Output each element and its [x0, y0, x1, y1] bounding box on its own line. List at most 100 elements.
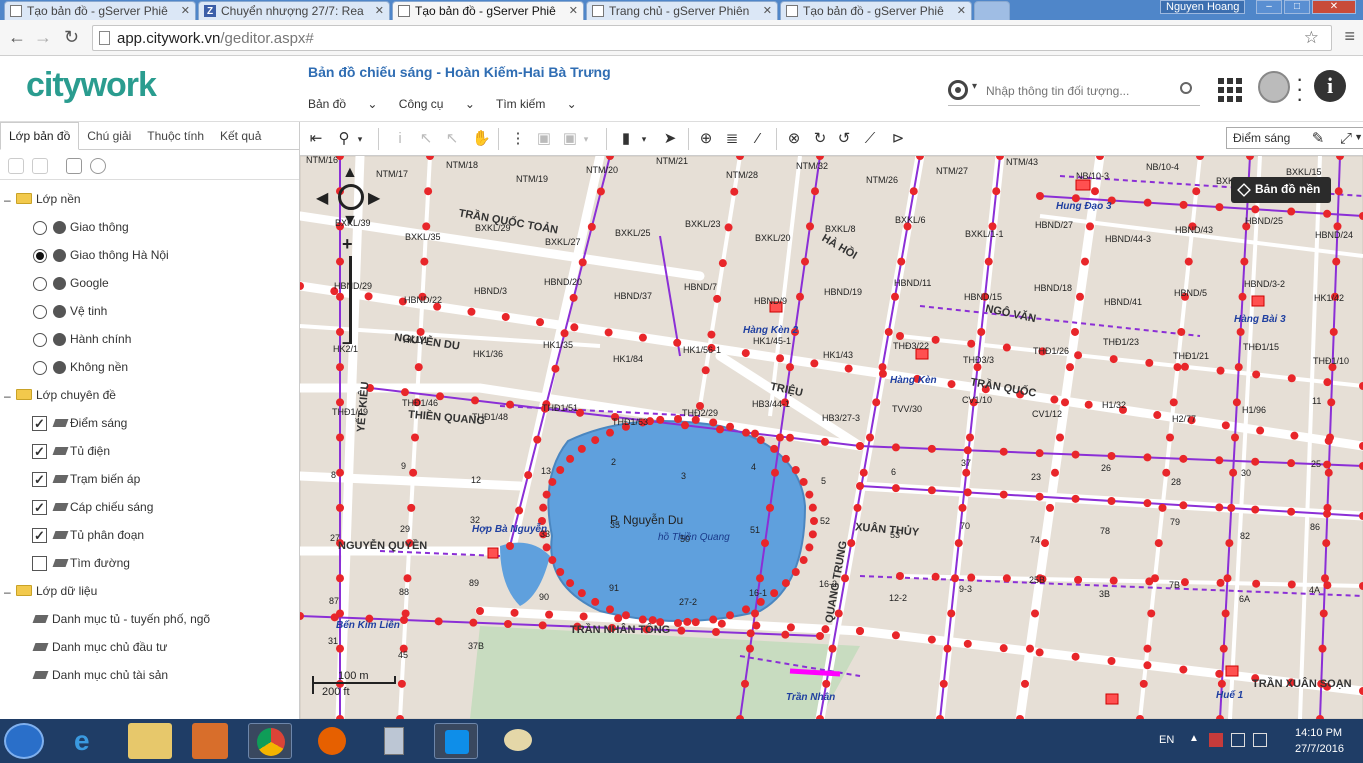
target-icon[interactable] — [948, 80, 968, 100]
paint-icon[interactable] — [496, 723, 540, 759]
route-icon[interactable]: ▮ — [618, 131, 634, 147]
reload-icon[interactable]: ↻ — [64, 27, 79, 48]
apps-grid-icon[interactable] — [1218, 78, 1242, 102]
basemap-radio[interactable] — [33, 333, 47, 347]
pan-up-icon[interactable]: ▲ — [342, 164, 358, 182]
search-icon[interactable] — [1180, 82, 1192, 94]
tab-results[interactable]: Kết quả — [212, 123, 269, 151]
chevron-down-icon[interactable]: ▾ — [972, 81, 977, 92]
user-avatar[interactable] — [1258, 71, 1290, 103]
page-info-icon[interactable] — [99, 31, 110, 45]
back-icon[interactable]: ← — [8, 27, 26, 48]
browser-tab[interactable]: Tạo bản đồ - gServer Phiê ✕ — [4, 1, 196, 20]
menu-search[interactable]: Tìm kiếm ⌄ — [496, 97, 577, 111]
zoom-to-layer-icon[interactable] — [8, 158, 24, 174]
snap-icon[interactable]: ⊳ — [890, 131, 906, 147]
start-button[interactable] — [4, 723, 44, 759]
brush-icon[interactable]: ⁄ — [750, 131, 766, 147]
basemap-button[interactable]: Bản đồ nền — [1231, 177, 1331, 203]
layer-checkbox[interactable]: ✓ — [32, 416, 47, 431]
pin-icon[interactable]: ⚲ — [336, 131, 352, 147]
layer-item[interactable]: Giao thông Hà Nội — [0, 242, 300, 270]
info-icon[interactable]: i — [1314, 70, 1346, 102]
data-item[interactable]: Danh mục tủ - tuyến phố, ngõ — [0, 606, 300, 634]
explorer-icon[interactable] — [128, 723, 172, 759]
layer-item[interactable]: ✓ Cáp chiếu sáng — [0, 494, 300, 522]
layer-checkbox[interactable] — [32, 556, 47, 571]
measure-icon[interactable]: ⋮ — [510, 131, 526, 147]
tab-attributes[interactable]: Thuộc tính — [139, 123, 212, 151]
pan-hand-icon[interactable]: ✋ — [472, 131, 491, 147]
chevron-down-icon[interactable]: ▾ — [352, 131, 368, 147]
zoom-slider[interactable] — [349, 256, 352, 344]
redo-icon[interactable]: ↻ — [812, 131, 828, 147]
pan-left-icon[interactable]: ◀ — [316, 188, 328, 208]
more-vertical-icon[interactable]: · · · — [1296, 68, 1303, 110]
browser-user-chip[interactable]: Nguyen Hoang — [1160, 0, 1246, 14]
select-tool-icon[interactable]: ↖ — [418, 131, 434, 147]
menu-map[interactable]: Bản đồ ⌄ — [308, 97, 377, 111]
layer-item[interactable]: ✓ Điểm sáng — [0, 410, 300, 438]
address-bar[interactable]: app.citywork.vn/geditor.aspx# ☆ — [92, 25, 1332, 51]
map-view[interactable]: ▲ ◀ ▶ ▼ + – NGUYỄN DU TRẦN QUỐC TOẢN THI… — [300, 156, 1363, 719]
layer-item[interactable]: Google — [0, 270, 300, 298]
basemap-radio[interactable] — [33, 361, 47, 375]
layer-group-basemap[interactable]: – Lớp nền — [0, 186, 300, 214]
language-indicator[interactable]: EN — [1159, 734, 1174, 746]
draw-line-icon[interactable]: ⟋ — [862, 131, 878, 147]
browser-menu-icon[interactable]: ≡ — [1344, 26, 1355, 47]
minimize-icon[interactable]: – — [1256, 0, 1282, 14]
layer-item[interactable]: ✓ Tủ phân đoạn — [0, 522, 300, 550]
tab-map-layers[interactable]: Lớp bản đồ — [0, 122, 80, 150]
ie-icon[interactable]: e — [66, 723, 110, 759]
teamviewer-icon[interactable] — [434, 723, 478, 759]
media-player-icon[interactable] — [192, 723, 228, 759]
layer-group-thematic[interactable]: – Lớp chuyên đề — [0, 382, 300, 410]
data-item[interactable]: Danh mục chủ tài sản — [0, 662, 300, 690]
collapse-icon[interactable]: – — [4, 389, 11, 403]
layer-checkbox[interactable]: ✓ — [32, 472, 47, 487]
layer-item[interactable]: ✓ Tủ điện — [0, 438, 300, 466]
basemap-radio[interactable] — [33, 249, 47, 263]
layer-checkbox[interactable]: ✓ — [32, 528, 47, 543]
layer-item[interactable]: Giao thông — [0, 214, 300, 242]
layer-item[interactable]: Vệ tinh — [0, 298, 300, 326]
undo-icon[interactable]: ↺ — [836, 131, 852, 147]
layer-item[interactable]: ✓ Trạm biến áp — [0, 466, 300, 494]
chevron-down-icon[interactable]: ▾ — [636, 131, 652, 147]
add-circle-icon[interactable]: ⊕ — [698, 131, 714, 147]
close-icon[interactable]: ✕ — [569, 4, 578, 17]
collapse-icon[interactable]: – — [4, 585, 11, 599]
new-tab-button[interactable] — [974, 1, 1010, 20]
stack-icon[interactable]: ≣ — [724, 131, 740, 147]
edit-icon[interactable]: ✎ — [1310, 131, 1326, 147]
chrome-icon[interactable] — [248, 723, 292, 759]
basemap-radio[interactable] — [33, 277, 47, 291]
close-icon[interactable]: ✕ — [957, 4, 966, 17]
volume-icon[interactable] — [1253, 733, 1267, 747]
forward-icon[interactable]: → — [34, 27, 52, 48]
calculator-icon[interactable] — [372, 723, 416, 759]
data-item[interactable]: Danh mục chủ đầu tư — [0, 634, 300, 662]
browser-tab[interactable]: Trang chủ - gServer Phiên ✕ — [586, 1, 778, 20]
refresh-icon[interactable] — [90, 158, 106, 174]
layer-checkbox[interactable]: ✓ — [32, 500, 47, 515]
layer-item[interactable]: Hành chính — [0, 326, 300, 354]
layer-table-icon[interactable] — [32, 158, 48, 174]
zoom-in-icon[interactable]: + — [342, 234, 353, 255]
bookmark-star-icon[interactable]: ☆ — [1304, 28, 1319, 48]
citywork-logo[interactable]: citywork — [26, 66, 157, 105]
chevron-down-icon[interactable]: ▾ — [578, 131, 594, 147]
fullscreen-icon[interactable]: ⤢ — [1338, 131, 1354, 147]
window-close-icon[interactable]: ✕ — [1312, 0, 1356, 14]
collapse-icon[interactable]: – — [4, 193, 11, 207]
pan-center-icon[interactable] — [338, 184, 364, 210]
close-icon[interactable]: ✕ — [763, 4, 772, 17]
browser-tab[interactable]: Z Chuyển nhượng 27/7: Rea ✕ — [198, 1, 390, 20]
remove-circle-icon[interactable]: ⊗ — [786, 131, 802, 147]
firefox-icon[interactable] — [310, 723, 354, 759]
tab-legend[interactable]: Chú giải — [79, 123, 139, 151]
layer-item[interactable]: Không nền — [0, 354, 300, 382]
info-tool-icon[interactable]: i — [392, 131, 408, 147]
export-icon[interactable]: ▣ — [562, 131, 578, 147]
